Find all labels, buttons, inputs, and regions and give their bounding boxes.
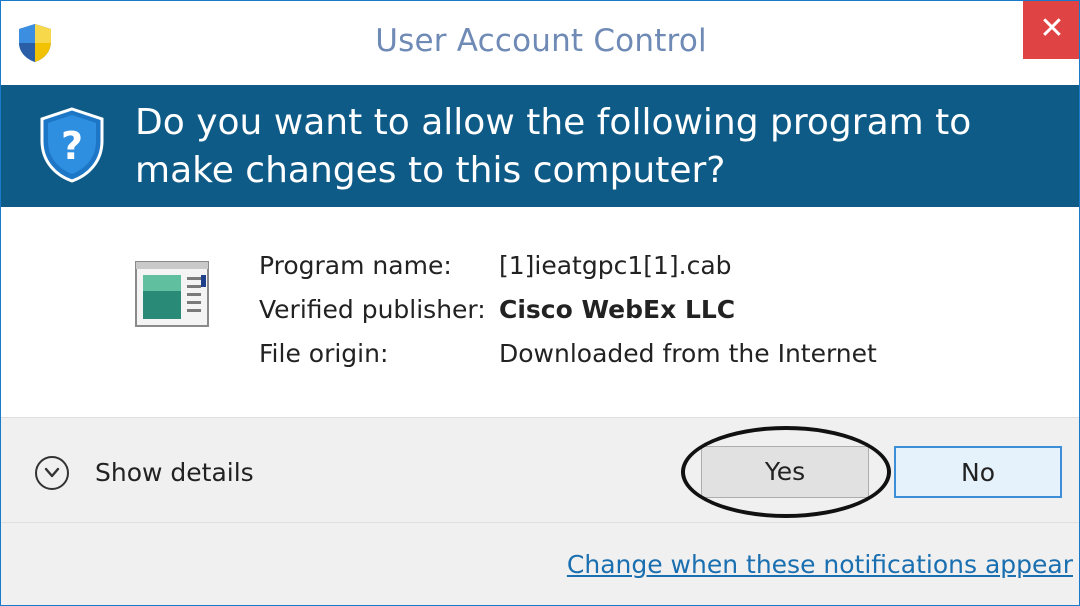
program-info-section: Program name: [1]ieatgpc1[1].cab Verifie… (1, 207, 1079, 417)
uac-dialog: User Account Control ✕ ? Do you want to … (0, 0, 1080, 606)
program-window-icon (135, 261, 209, 327)
title-bar: User Account Control ✕ (1, 1, 1079, 85)
yes-button[interactable]: Yes (701, 446, 869, 498)
program-name-label: Program name: (259, 251, 452, 280)
publisher-value: Cisco WebEx LLC (499, 295, 736, 324)
chevron-down-circle-icon[interactable] (35, 456, 69, 490)
footer-divider (1, 522, 1079, 523)
svg-text:?: ? (61, 124, 83, 168)
window-title: User Account Control (375, 23, 707, 59)
show-details-label[interactable]: Show details (95, 458, 254, 487)
notifications-settings-link[interactable]: Change when these notifications appear (567, 550, 1073, 579)
prompt-question: Do you want to allow the following progr… (135, 102, 972, 191)
dialog-footer: Show details Yes No Change when these no… (1, 417, 1079, 605)
shield-question-icon: ? (39, 107, 105, 183)
prompt-banner: ? Do you want to allow the following pro… (1, 85, 1079, 207)
file-origin-value: Downloaded from the Internet (499, 339, 877, 368)
close-button[interactable]: ✕ (1023, 1, 1079, 59)
publisher-label: Verified publisher: (259, 295, 486, 324)
file-origin-label: File origin: (259, 339, 389, 368)
program-name-value: [1]ieatgpc1[1].cab (499, 251, 732, 280)
no-button[interactable]: No (894, 446, 1062, 498)
